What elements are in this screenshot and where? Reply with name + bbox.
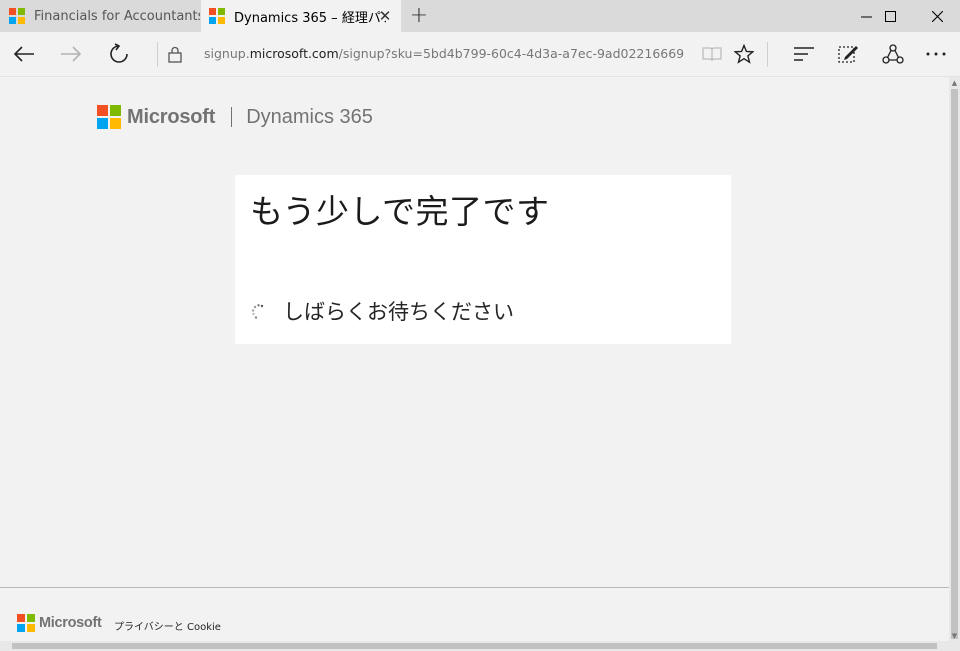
maximize-icon: [884, 10, 896, 22]
favorite-button[interactable]: [722, 32, 766, 76]
brand-name: Microsoft: [127, 105, 216, 128]
footer-brand[interactable]: Microsoft: [17, 614, 102, 632]
web-note-icon: [838, 46, 858, 63]
brand-divider: [231, 107, 233, 127]
hub-button[interactable]: [782, 32, 826, 76]
microsoft-logo-icon: [17, 614, 35, 632]
toolbar-divider: [767, 42, 768, 67]
refresh-button[interactable]: [97, 32, 141, 76]
forward-button[interactable]: [49, 32, 93, 76]
microsoft-logo-icon: [9, 8, 25, 24]
maximize-button[interactable]: [867, 0, 913, 32]
url-path: /signup?sku=5bd4b799-60c4-4d3a-a7ec-9ad0…: [338, 46, 684, 61]
privacy-cookie-link[interactable]: プライバシーと Cookie: [114, 618, 221, 633]
star-icon: [734, 44, 754, 64]
forward-arrow-icon: [61, 46, 82, 62]
tab-financials[interactable]: Financials for Accountants–: [0, 0, 200, 32]
progress-card: もう少しで完了です しばらくお待ちください: [235, 175, 731, 344]
loading-spinner-icon: [251, 304, 264, 319]
tab-label: Dynamics 365 – 経理パソ: [234, 10, 386, 26]
close-icon: [931, 10, 943, 22]
refresh-icon: [110, 43, 128, 63]
tab-dynamics[interactable]: Dynamics 365 – 経理パソ ✕: [201, 0, 401, 32]
site-header: Microsoft Dynamics 365: [97, 104, 373, 130]
more-icon: [926, 52, 946, 56]
url-prefix: signup.: [204, 46, 250, 61]
close-tab-icon[interactable]: ✕: [377, 8, 393, 24]
share-button[interactable]: [871, 32, 915, 76]
lock-icon[interactable]: [153, 32, 197, 76]
page-content: Microsoft Dynamics 365 もう少しで完了です しばらくお待ち…: [0, 77, 949, 651]
footer-brand-name: Microsoft: [39, 615, 102, 631]
microsoft-logo-icon: [209, 8, 225, 24]
back-button[interactable]: [2, 32, 46, 76]
horizontal-scrollbar[interactable]: [0, 641, 949, 651]
microsoft-logo-icon: [97, 105, 121, 129]
waiting-message: しばらくお待ちください: [283, 300, 514, 324]
address-toolbar: signup.microsoft.com/signup?sku=5bd4b799…: [0, 32, 960, 77]
close-window-button[interactable]: [914, 0, 960, 32]
scroll-up-icon[interactable]: ▲: [949, 78, 960, 88]
tab-bar: Financials for Accountants– Dynamics 365…: [0, 0, 960, 32]
hub-icon: [794, 47, 814, 61]
web-note-button[interactable]: [826, 32, 870, 76]
vertical-scroll-thumb[interactable]: [951, 89, 958, 639]
book-icon: [702, 47, 722, 62]
back-arrow-icon: [13, 46, 34, 62]
vertical-scrollbar[interactable]: ▲ ▼: [949, 77, 960, 651]
new-tab-button[interactable]: +: [404, 0, 434, 32]
product-name: Dynamics 365: [246, 105, 373, 128]
tab-label: Financials for Accountants–: [34, 8, 200, 24]
card-title: もう少しで完了です: [250, 192, 550, 231]
more-button[interactable]: [914, 32, 958, 76]
share-icon: [882, 44, 904, 64]
url-domain: microsoft.com: [249, 46, 339, 61]
scroll-down-icon[interactable]: ▼: [949, 631, 960, 641]
address-bar[interactable]: signup.microsoft.com/signup?sku=5bd4b799…: [204, 44, 684, 64]
horizontal-scroll-thumb[interactable]: [12, 643, 937, 649]
